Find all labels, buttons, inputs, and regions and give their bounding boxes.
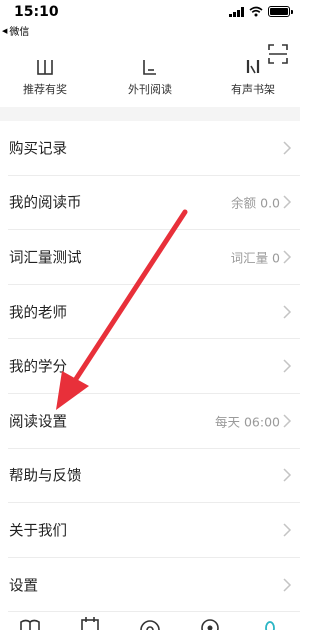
menu-item-title: 关于我们 [9, 523, 67, 540]
settings-menu: 购买记录 我的阅读币 余额 0.0 词汇量测试 词汇量 0 我的老师 我的学分 … [0, 121, 300, 613]
signal-icon [229, 6, 244, 17]
profile-icon[interactable] [258, 614, 282, 630]
book-icon[interactable] [18, 614, 42, 630]
wifi-icon [249, 6, 263, 17]
chevron-right-icon [283, 414, 292, 428]
menu-item-title: 我的老师 [9, 305, 67, 322]
bottom-tab-bar [0, 614, 300, 630]
menu-item-title: 设置 [9, 578, 38, 595]
chevron-right-icon [283, 250, 292, 264]
magazine-icon [105, 60, 195, 80]
compass-icon[interactable] [138, 614, 162, 630]
menu-item-reading-coins[interactable]: 我的阅读币 余额 0.0 [8, 176, 300, 231]
chevron-right-icon [283, 468, 292, 482]
menu-item-my-teacher[interactable]: 我的老师 [8, 285, 300, 340]
headphones-icon [208, 60, 298, 80]
shortcut-recommend[interactable]: 推荐有奖 [0, 60, 90, 97]
section-separator [0, 107, 300, 121]
chevron-right-icon [283, 195, 292, 209]
menu-item-title: 购买记录 [9, 141, 67, 158]
chevron-right-icon [283, 578, 292, 592]
menu-item-title: 词汇量测试 [9, 250, 82, 267]
chevron-right-icon [283, 359, 292, 373]
back-label: 微信 [9, 27, 30, 38]
shortcut-row: 推荐有奖 外刊阅读 有声书架 [0, 60, 300, 100]
reminder-time-value: 每天 06:00 [215, 414, 280, 430]
menu-item-title: 我的学分 [9, 359, 67, 376]
menu-item-about-us[interactable]: 关于我们 [8, 503, 300, 558]
menu-item-reading-settings[interactable]: 阅读设置 每天 06:00 [8, 394, 300, 449]
menu-item-help-feedback[interactable]: 帮助与反馈 [8, 449, 300, 504]
menu-item-settings[interactable]: 设置 [8, 558, 300, 613]
vocabulary-value: 词汇量 0 [230, 250, 280, 266]
menu-item-purchase-records[interactable]: 购买记录 [8, 121, 300, 176]
back-to-wechat-link[interactable]: ◀ 微信 [2, 23, 30, 39]
menu-item-vocabulary-test[interactable]: 词汇量测试 词汇量 0 [8, 230, 300, 285]
status-time: 15:10 [14, 4, 59, 20]
chevron-right-icon [283, 305, 292, 319]
calendar-icon[interactable] [78, 614, 102, 630]
status-bar: 15:10 ◀ 微信 [0, 0, 300, 40]
status-indicators [229, 6, 293, 17]
balance-value: 余额 0.0 [231, 195, 280, 211]
shortcut-label: 外刊阅读 [128, 83, 172, 96]
menu-item-title: 阅读设置 [9, 414, 67, 431]
back-triangle-icon: ◀ [2, 26, 8, 35]
shortcut-audiobook[interactable]: 有声书架 [208, 60, 298, 97]
chevron-right-icon [283, 523, 292, 537]
shortcut-magazine[interactable]: 外刊阅读 [105, 60, 195, 97]
battery-icon [268, 6, 293, 17]
menu-item-my-credits[interactable]: 我的学分 [8, 339, 300, 394]
menu-item-title: 我的阅读币 [9, 195, 82, 212]
shortcut-label: 推荐有奖 [23, 83, 67, 96]
location-icon[interactable] [198, 614, 222, 630]
menu-item-title: 帮助与反馈 [9, 468, 82, 485]
gift-icon [0, 60, 90, 80]
chevron-right-icon [283, 141, 292, 155]
shortcut-label: 有声书架 [231, 83, 275, 96]
